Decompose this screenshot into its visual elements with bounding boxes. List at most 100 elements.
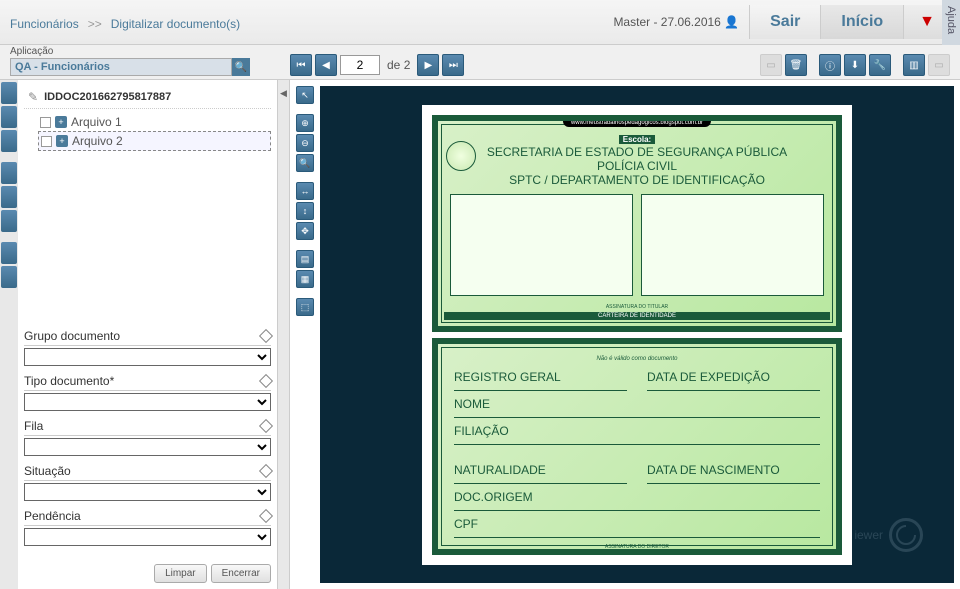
fila-label: Fila (24, 419, 43, 433)
registro-field: REGISTRO GERAL (454, 370, 627, 391)
card-url: www.meustrabalhospedagogicos.blogspot.co… (563, 119, 711, 127)
encerrar-button[interactable]: Encerrar (211, 564, 271, 583)
data-nasc-field: DATA DE NASCIMENTO (647, 463, 820, 484)
checkbox-icon[interactable] (40, 117, 51, 128)
info-button[interactable]: ⓘ (819, 54, 841, 76)
ajuda-tab[interactable]: Ajuda (942, 0, 960, 45)
fit-height-button[interactable]: ↕ (296, 202, 314, 220)
sair-button[interactable]: Sair (749, 5, 820, 39)
rail-btn-3[interactable] (1, 130, 17, 152)
diamond-icon (259, 329, 273, 343)
nome-field: NOME (454, 397, 820, 418)
page-view-2[interactable]: ▦ (296, 270, 314, 288)
escola-label: Escola: (619, 135, 655, 145)
rail-btn-6[interactable] (1, 210, 17, 232)
breadcrumb-page: Digitalizar documento(s) (111, 17, 240, 31)
assinatura-diretor: ASSINATURA DO DIRETOR (446, 544, 828, 550)
rail-btn-4[interactable] (1, 162, 17, 184)
photo-box-2 (641, 194, 824, 296)
id-card-back: Não é válido como documento REGISTRO GER… (432, 338, 842, 555)
grupo-select[interactable] (24, 348, 271, 366)
sptc-label: SPTC / DEPARTAMENTO DE IDENTIFICAÇÃO (509, 173, 765, 187)
policia-label: POLÍCIA CIVIL (597, 159, 677, 173)
download-button[interactable]: ⬇ (844, 54, 866, 76)
inicio-button[interactable]: Início (820, 5, 903, 39)
collapse-panel-button[interactable]: ◀ (278, 80, 290, 589)
pendencia-select[interactable] (24, 528, 271, 546)
rail-btn-1[interactable] (1, 82, 17, 104)
photo-box-1 (450, 194, 633, 296)
viewer-toolbar: ↖ ⊕ ⊖ 🔍 ↔ ↕ ✥ ▤ ▦ ⬚ (296, 86, 316, 583)
page-view-1[interactable]: ▤ (296, 250, 314, 268)
fit-width-button[interactable]: ↔ (296, 182, 314, 200)
expand-icon[interactable]: + (55, 116, 67, 128)
page-input[interactable] (340, 55, 380, 75)
crop-tool[interactable]: ⬚ (296, 298, 314, 316)
pan-tool[interactable]: ✥ (296, 222, 314, 240)
zoom-tool[interactable]: 🔍 (296, 154, 314, 172)
doc-origem-field: DOC.ORIGEM (454, 490, 820, 511)
situacao-label: Situação (24, 464, 71, 478)
tree-item-label: Arquivo 2 (72, 134, 123, 148)
document-page: www.meustrabalhospedagogicos.blogspot.co… (422, 105, 852, 565)
tipo-select[interactable] (24, 393, 271, 411)
checkbox-icon[interactable] (41, 136, 52, 147)
id-card-front: www.meustrabalhospedagogicos.blogspot.co… (432, 115, 842, 332)
user-info: Master - 27.06.2016 (613, 15, 739, 29)
first-page-button[interactable]: ⏮ (290, 54, 312, 76)
file-tree: + Arquivo 1 + Arquivo 2 (24, 109, 271, 155)
rail-btn-2[interactable] (1, 106, 17, 128)
rail-btn-5[interactable] (1, 186, 17, 208)
zoom-in-button[interactable]: ⊕ (296, 114, 314, 132)
seal-icon (446, 141, 476, 171)
data-exp-field: DATA DE EXPEDIÇÃO (647, 370, 820, 391)
left-rail (0, 80, 18, 589)
watermark-logo-icon (889, 518, 923, 552)
diamond-icon (259, 374, 273, 388)
fila-select[interactable] (24, 438, 271, 456)
breadcrumb-main: Funcionários (10, 17, 79, 31)
limpar-button[interactable]: Limpar (154, 564, 207, 583)
aplicacao-input[interactable] (10, 58, 232, 76)
tree-item-arquivo-1[interactable]: + Arquivo 1 (38, 113, 271, 131)
tipo-label: Tipo documento* (24, 374, 114, 388)
side-panel: ✎ IDDOC201662795817887 + Arquivo 1 + Arq… (18, 80, 278, 589)
next-page-button[interactable]: ▶ (417, 54, 439, 76)
assinatura-titular: ASSINATURA DO TITULAR (446, 304, 828, 310)
naturalidade-field: NATURALIDADE (454, 463, 627, 484)
secretaria-label: SECRETARIA DE ESTADO DE SEGURANÇA PÚBLIC… (487, 145, 787, 159)
delete-button[interactable]: 🗑 (785, 54, 807, 76)
breadcrumb-sep: >> (88, 17, 102, 31)
layout2-button: ▭ (928, 54, 950, 76)
aplicacao-search-button[interactable]: 🔍 (232, 58, 250, 76)
page-of-label: de 2 (383, 58, 414, 72)
filiacao-field: FILIAÇÃO (454, 424, 820, 445)
document-viewer[interactable]: www.meustrabalhospedagogicos.blogspot.co… (320, 86, 954, 583)
diamond-icon (259, 419, 273, 433)
situacao-select[interactable] (24, 483, 271, 501)
settings-button[interactable]: 🔧 (869, 54, 891, 76)
cpf-field: CPF (454, 517, 820, 538)
diamond-icon (259, 464, 273, 478)
nao-valido-label: Não é válido como documento (446, 356, 828, 362)
rail-btn-7[interactable] (1, 242, 17, 264)
zoom-out-button[interactable]: ⊖ (296, 134, 314, 152)
rail-btn-8[interactable] (1, 266, 17, 288)
pointer-tool[interactable]: ↖ (296, 86, 314, 104)
tool-disabled-button: ▭ (760, 54, 782, 76)
prev-page-button[interactable]: ◀ (315, 54, 337, 76)
lei-footer: LEI Nº 7.116 DE 29/08/88 (444, 552, 830, 555)
last-page-button[interactable]: ⏭ (442, 54, 464, 76)
breadcrumb: Funcionários >> Digitalizar documento(s) (10, 12, 613, 33)
edit-icon[interactable]: ✎ (28, 90, 38, 104)
watermark: iewer (854, 518, 923, 552)
tree-item-arquivo-2[interactable]: + Arquivo 2 (38, 131, 271, 151)
grupo-label: Grupo documento (24, 329, 120, 343)
layout-button[interactable]: ▥ (903, 54, 925, 76)
document-id: IDDOC201662795817887 (44, 91, 171, 103)
aplicacao-label: Aplicação (10, 46, 250, 57)
expand-icon[interactable]: + (56, 135, 68, 147)
diamond-icon (259, 509, 273, 523)
tree-item-label: Arquivo 1 (71, 115, 122, 129)
pendencia-label: Pendência (24, 509, 81, 523)
